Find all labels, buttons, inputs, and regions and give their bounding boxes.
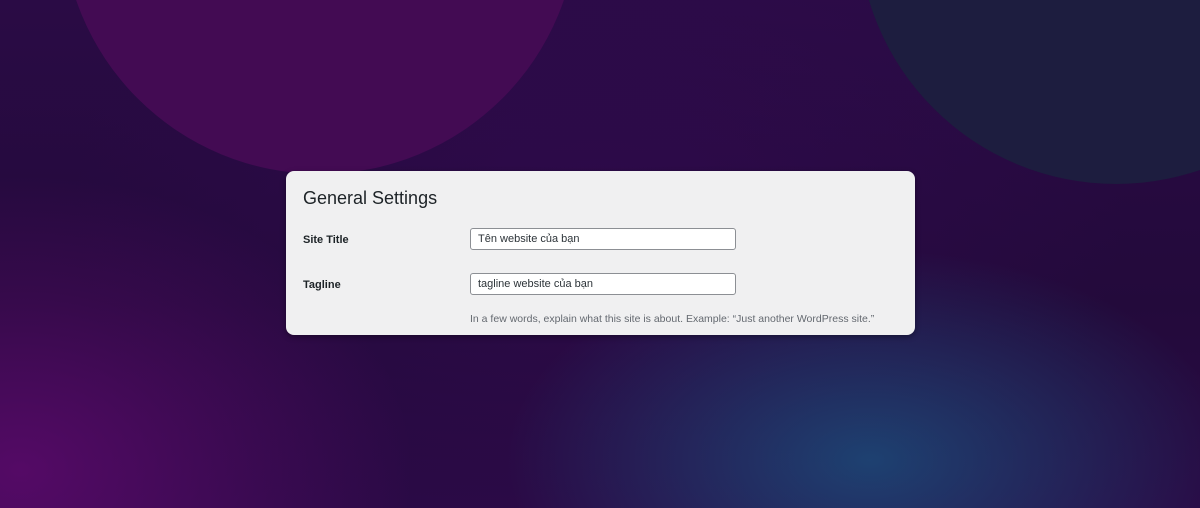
site-title-label: Site Title <box>303 234 349 246</box>
tagline-label: Tagline <box>303 279 341 291</box>
decorative-circle-right <box>858 0 1200 184</box>
page-title: General Settings <box>303 188 438 208</box>
general-settings-card: General Settings Site Title Tagline In a… <box>286 171 915 335</box>
decorative-circle-left <box>62 0 578 174</box>
tagline-input[interactable] <box>470 273 736 295</box>
site-title-input[interactable] <box>470 228 736 250</box>
tagline-description: In a few words, explain what this site i… <box>470 312 875 325</box>
